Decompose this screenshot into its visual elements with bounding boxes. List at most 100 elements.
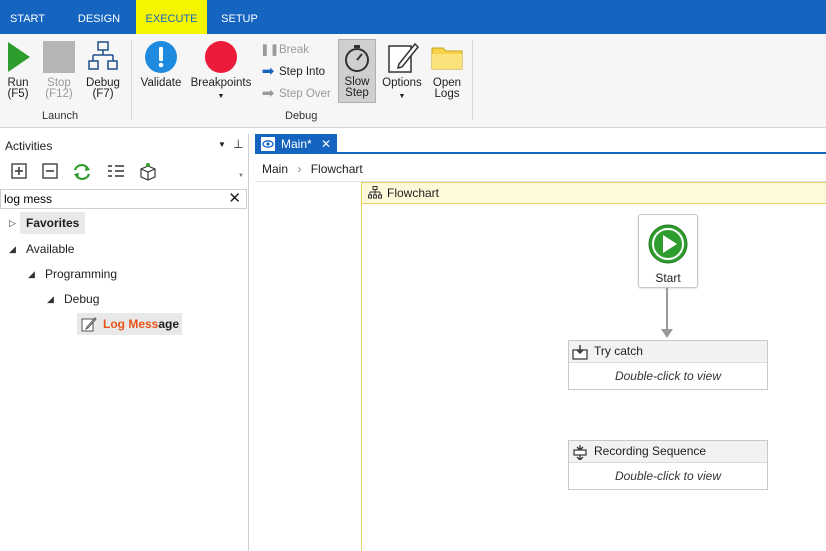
activities-title: Activities: [5, 139, 53, 153]
document-tab-strip: Main* ✕: [255, 134, 826, 154]
ribbon-separator: [131, 40, 132, 120]
package-icon[interactable]: [138, 162, 158, 182]
doc-tab-label: Main*: [281, 137, 312, 151]
activities-search-box: ✕: [0, 189, 247, 209]
debug-category-label: Debug: [64, 292, 100, 306]
chevron-down-icon: ▼: [217, 93, 225, 100]
tree-collapse-arrow-icon: ◢: [9, 244, 16, 254]
activity-try-catch[interactable]: Try catch Double-click to view: [568, 340, 768, 390]
tab-setup[interactable]: SETUP: [212, 0, 267, 34]
debug-button[interactable]: Debug (F7): [83, 40, 123, 100]
options-edit-icon: [388, 42, 419, 73]
close-icon[interactable]: ✕: [321, 134, 331, 154]
tree-item-log-message[interactable]: Log Message: [77, 313, 182, 335]
log-message-label: Log Message: [103, 313, 179, 335]
activity-recording-sequence[interactable]: Recording Sequence Double-click to view: [568, 440, 768, 490]
step-over-button[interactable]: ➡ Step Over: [260, 85, 331, 103]
breadcrumb-item-main[interactable]: Main: [262, 162, 288, 176]
toolbar-overflow-icon[interactable]: ▼: [238, 173, 244, 179]
clear-search-icon[interactable]: ✕: [228, 191, 241, 207]
play-icon: [8, 42, 30, 72]
options-label: Options: [382, 77, 422, 89]
breadcrumb-separator-icon: ›: [297, 162, 302, 176]
breakpoint-icon: [205, 41, 237, 73]
activity-title: Recording Sequence: [594, 444, 707, 458]
tree-expand-arrow-icon: ▷: [9, 218, 16, 228]
stop-shortcut: (F12): [45, 88, 73, 100]
workflow-eye-icon: [261, 137, 275, 151]
panel-menu-chevron-icon[interactable]: ▼: [218, 140, 226, 149]
tree-item-programming[interactable]: ◢ Programming: [0, 263, 140, 285]
breakpoints-label: Breakpoints: [190, 77, 252, 89]
available-label: Available: [26, 242, 75, 256]
programming-label: Programming: [45, 267, 118, 281]
debug-group-label: Debug: [285, 110, 318, 122]
try-catch-icon: [572, 345, 588, 360]
break-button[interactable]: ❚❚Break: [260, 41, 309, 59]
tab-main-document[interactable]: Main* ✕: [255, 134, 337, 154]
chevron-down-icon: ▼: [398, 93, 406, 100]
collapse-all-icon[interactable]: [41, 162, 61, 182]
filter-list-icon[interactable]: [106, 162, 126, 182]
step-into-arrow-icon: ➡: [261, 63, 275, 80]
slow-step-button[interactable]: Slow Step: [338, 43, 376, 99]
tree-item-debug[interactable]: ◢ Debug: [0, 288, 120, 310]
breadcrumb: Main › Flowchart: [255, 156, 826, 182]
ribbon-tab-bar: START DESIGN EXECUTE SETUP: [0, 0, 826, 34]
validate-icon: [145, 41, 177, 73]
step-over-arrow-icon: ➡: [261, 85, 275, 102]
open-logs-button[interactable]: Open Logs: [428, 40, 466, 100]
favorites-label: Favorites: [20, 212, 86, 234]
tab-execute[interactable]: EXECUTE: [136, 0, 207, 34]
flow-connector-arrowhead: [661, 329, 673, 338]
designer-panel: Main* ✕ Main › Flowchart Flowchart Start: [255, 134, 826, 551]
sequence-icon: [573, 445, 587, 460]
validate-button[interactable]: Validate: [139, 40, 183, 89]
stop-button[interactable]: Stop (F12): [41, 40, 77, 100]
activities-header: Activities ▼ ⊥: [0, 134, 249, 156]
ribbon: Run (F5) Stop (F12) Debug (F7) Launch Va…: [0, 34, 826, 128]
ribbon-separator: [472, 40, 473, 120]
activity-header: Try catch: [569, 341, 767, 363]
stop-icon: [43, 41, 75, 73]
stopwatch-icon: [345, 45, 369, 72]
flowchart-icon: [368, 186, 382, 199]
flowchart-header[interactable]: Flowchart: [361, 182, 826, 204]
breakpoints-button[interactable]: Breakpoints ▼: [189, 40, 253, 102]
activities-search-input[interactable]: [4, 191, 224, 207]
debug-shortcut: (F7): [92, 88, 114, 100]
pin-icon[interactable]: ⊥: [233, 137, 243, 151]
activities-toolbar: ▼: [0, 160, 249, 184]
open-logs-label-line2: Logs: [434, 88, 460, 100]
tree-collapse-arrow-icon: ◢: [47, 294, 54, 304]
canvas-margin: [255, 182, 361, 551]
debug-flow-icon: [88, 41, 118, 70]
tab-design[interactable]: DESIGN: [64, 0, 134, 34]
step-over-label: Step Over: [279, 88, 331, 101]
run-button[interactable]: Run (F5): [2, 40, 34, 100]
start-node[interactable]: Start: [638, 214, 698, 288]
search-rest-text: age: [158, 317, 180, 331]
activities-panel: Activities ▼ ⊥ ▼ ✕ ▷ F: [0, 134, 249, 551]
expand-all-icon[interactable]: [10, 162, 30, 182]
launch-group-label: Launch: [42, 110, 79, 122]
activity-hint: Double-click to view: [614, 469, 722, 483]
flow-connector[interactable]: [666, 288, 668, 330]
step-into-button[interactable]: ➡ Step Into: [260, 63, 325, 81]
break-label: Break: [279, 44, 310, 57]
activity-title: Try catch: [594, 344, 643, 358]
activity-hint: Double-click to view: [614, 369, 722, 383]
tree-item-available[interactable]: ◢ Available: [0, 238, 120, 260]
breadcrumb-item-flowchart[interactable]: Flowchart: [311, 162, 363, 176]
pause-icon: ❚❚: [260, 44, 280, 56]
slow-step-label-line2: Step: [345, 87, 369, 99]
tab-start[interactable]: START: [0, 0, 55, 34]
folder-icon: [431, 47, 463, 70]
step-into-label: Step Into: [279, 66, 326, 79]
start-play-icon: [648, 224, 688, 264]
activity-header: Recording Sequence: [569, 441, 767, 463]
options-button[interactable]: Options ▼: [380, 40, 424, 102]
validate-label: Validate: [140, 77, 182, 89]
run-shortcut: (F5): [7, 88, 29, 100]
refresh-icon[interactable]: [72, 162, 92, 182]
